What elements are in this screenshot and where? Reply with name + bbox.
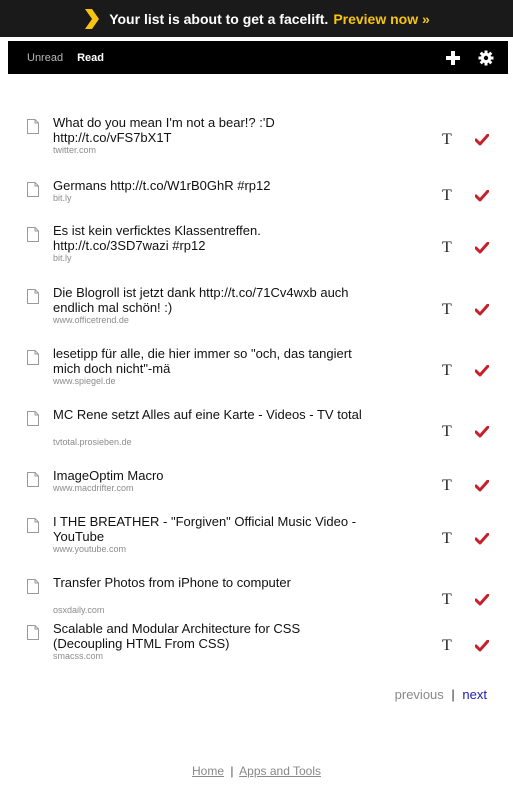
- article-domain: bit.ly: [53, 253, 72, 263]
- article-title[interactable]: Transfer Photos from iPhone to computer: [53, 575, 373, 590]
- article-title[interactable]: What do you mean I'm not a bear!? :'D ht…: [53, 115, 373, 145]
- article-title[interactable]: lesetipp für alle, die hier immer so "oc…: [53, 346, 373, 376]
- document-icon: [27, 625, 39, 640]
- article-domain: www.officetrend.de: [53, 315, 129, 325]
- apps-and-tools-link[interactable]: Apps and Tools: [239, 764, 321, 778]
- article-title[interactable]: I THE BREATHER - "Forgiven" Official Mus…: [53, 514, 373, 544]
- article-domain: www.spiegel.de: [53, 376, 116, 386]
- next-link[interactable]: next: [462, 687, 487, 702]
- article-domain: www.macdrifter.com: [53, 483, 134, 493]
- text-view-button[interactable]: T: [442, 363, 452, 379]
- text-view-button[interactable]: T: [442, 302, 452, 318]
- article-domain: smacss.com: [53, 651, 104, 661]
- pager-separator: |: [451, 687, 455, 702]
- document-icon: [27, 350, 39, 365]
- plus-icon[interactable]: [445, 50, 461, 66]
- document-icon: [27, 472, 39, 487]
- chevron-right-icon: [85, 8, 100, 29]
- gear-icon[interactable]: [478, 50, 494, 66]
- text-view-button[interactable]: T: [442, 592, 452, 608]
- checkmark-icon[interactable]: [475, 134, 489, 146]
- article-title[interactable]: MC Rene setzt Alles auf eine Karte - Vid…: [53, 407, 373, 422]
- checkmark-icon[interactable]: [475, 304, 489, 316]
- article-domain: twitter.com: [53, 145, 97, 155]
- article-title[interactable]: Germans http://t.co/W1rB0GhR #rp12: [53, 178, 373, 193]
- tab-unread[interactable]: Unread: [27, 52, 63, 64]
- text-view-button[interactable]: T: [442, 240, 452, 256]
- pagination: previous | next: [395, 687, 487, 702]
- document-icon: [27, 182, 39, 197]
- article-title[interactable]: Scalable and Modular Architecture for CS…: [53, 621, 373, 651]
- tab-read[interactable]: Read: [77, 52, 104, 64]
- article-title[interactable]: ImageOptim Macro: [53, 468, 373, 483]
- checkmark-icon[interactable]: [475, 365, 489, 377]
- footer: Home | Apps and Tools: [0, 764, 513, 778]
- document-icon: [27, 411, 39, 426]
- checkmark-icon[interactable]: [475, 640, 489, 652]
- document-icon: [27, 518, 39, 533]
- announcement-banner: Your list is about to get a facelift. Pr…: [0, 0, 513, 37]
- article-domain: www.youtube.com: [53, 544, 127, 554]
- home-link[interactable]: Home: [192, 764, 224, 778]
- checkmark-icon[interactable]: [475, 480, 489, 492]
- checkmark-icon[interactable]: [475, 533, 489, 545]
- text-view-button[interactable]: T: [442, 638, 452, 654]
- text-view-button[interactable]: T: [442, 188, 452, 204]
- previous-link: previous: [394, 687, 444, 702]
- article-title[interactable]: Es ist kein verficktes Klassentreffen. h…: [53, 223, 373, 253]
- document-icon: [27, 119, 39, 134]
- article-title[interactable]: Die Blogroll ist jetzt dank http://t.co/…: [53, 285, 373, 315]
- text-view-button[interactable]: T: [442, 531, 452, 547]
- article-domain: bit.ly: [53, 193, 72, 203]
- document-icon: [27, 579, 39, 594]
- text-view-button[interactable]: T: [442, 424, 452, 440]
- checkmark-icon[interactable]: [475, 190, 489, 202]
- preview-now-link[interactable]: Preview now »: [333, 11, 429, 27]
- document-icon: [27, 289, 39, 304]
- top-navbar: Unread Read: [8, 41, 508, 74]
- footer-separator: |: [230, 764, 234, 778]
- checkmark-icon[interactable]: [475, 426, 489, 438]
- checkmark-icon[interactable]: [475, 242, 489, 254]
- text-view-button[interactable]: T: [442, 478, 452, 494]
- article-domain: tvtotal.prosieben.de: [53, 437, 132, 447]
- document-icon: [27, 227, 39, 242]
- text-view-button[interactable]: T: [442, 132, 452, 148]
- article-domain: osxdaily.com: [53, 605, 105, 615]
- banner-message: Your list is about to get a facelift.: [109, 10, 329, 27]
- checkmark-icon[interactable]: [475, 594, 489, 606]
